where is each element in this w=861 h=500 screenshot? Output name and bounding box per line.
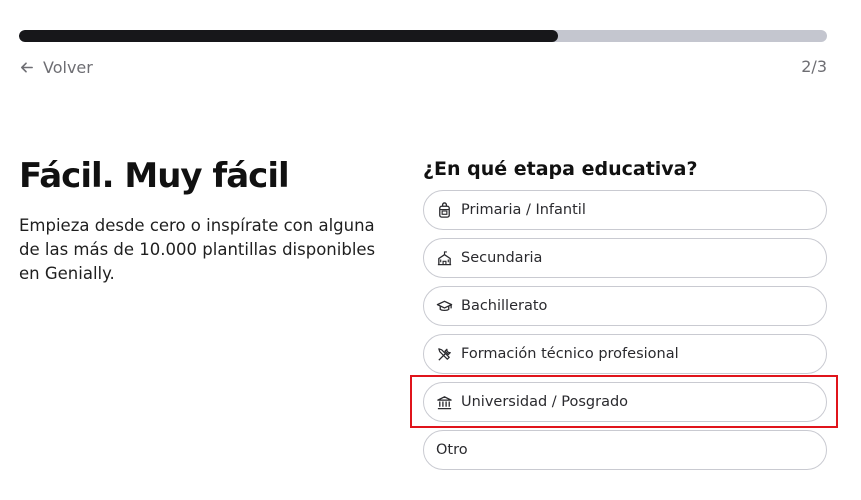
step-counter: 2/3 xyxy=(801,57,827,76)
tools-icon xyxy=(438,347,451,361)
option-primaria[interactable]: Primaria / Infantil xyxy=(423,190,827,230)
option-label: Universidad / Posgrado xyxy=(461,394,629,410)
school-building-icon xyxy=(437,250,452,265)
option-bachillerato[interactable]: Bachillerato xyxy=(423,286,827,326)
arrow-left-icon xyxy=(21,61,33,73)
hero-description: Empieza desde cero o inspírate con algun… xyxy=(19,216,376,283)
back-link[interactable]: Volver xyxy=(19,56,93,78)
option-label: Otro xyxy=(436,442,468,458)
option-secundaria[interactable]: Secundaria xyxy=(423,238,827,278)
options-list: Primaria / Infantil Secundaria Bachiller… xyxy=(423,190,827,478)
option-formacion-tecnica[interactable]: Formación técnico profesional xyxy=(423,334,827,374)
hero-title: Fácil. Muy fácil xyxy=(19,156,290,196)
option-label: Secundaria xyxy=(461,250,543,266)
option-universidad[interactable]: Universidad / Posgrado xyxy=(423,382,827,422)
backpack-icon xyxy=(439,201,450,218)
option-label: Primaria / Infantil xyxy=(461,202,586,218)
progress-bar xyxy=(19,30,827,42)
university-icon xyxy=(437,395,452,409)
onboarding-page: Volver 2/3 Fácil. Muy fácil Empieza desd… xyxy=(0,0,861,500)
option-label: Bachillerato xyxy=(461,298,548,314)
graduation-cap-icon xyxy=(436,300,453,311)
option-otro[interactable]: Otro xyxy=(423,430,827,470)
option-label: Formación técnico profesional xyxy=(461,346,679,362)
question-heading: ¿En qué etapa educativa? xyxy=(423,158,698,180)
back-label: Volver xyxy=(43,57,93,77)
progress-fill xyxy=(19,30,558,42)
